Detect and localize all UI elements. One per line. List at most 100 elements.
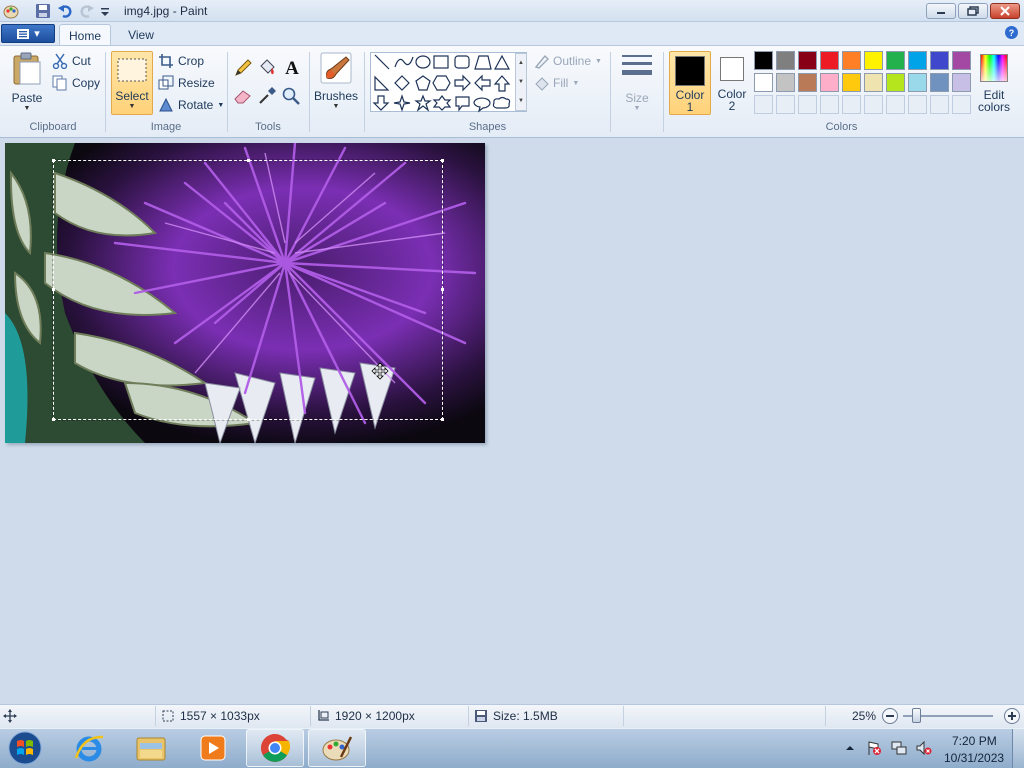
palette-color-swatch[interactable] bbox=[864, 51, 883, 70]
palette-color-swatch[interactable] bbox=[930, 73, 949, 92]
size-button[interactable]: Size ▼ bbox=[617, 51, 657, 115]
network-icon[interactable] bbox=[891, 740, 907, 756]
rounded-rectangle-shape-icon[interactable] bbox=[454, 55, 470, 69]
paste-dropdown-arrow[interactable]: ▼ bbox=[8, 105, 46, 112]
triangle-shape-icon[interactable] bbox=[493, 54, 511, 70]
palette-custom-slot[interactable] bbox=[842, 95, 861, 114]
customize-toolbar-icon[interactable] bbox=[99, 3, 115, 19]
undo-icon[interactable] bbox=[57, 3, 73, 19]
resize-button[interactable]: Resize bbox=[158, 73, 215, 93]
four-point-star-shape-icon[interactable] bbox=[393, 94, 411, 112]
tab-view[interactable]: View bbox=[116, 24, 166, 46]
palette-custom-slot[interactable] bbox=[754, 95, 773, 114]
palette-color-swatch[interactable] bbox=[886, 73, 905, 92]
fill-dropdown-arrow[interactable]: ▼ bbox=[572, 80, 579, 87]
cloud-callout-shape-icon[interactable] bbox=[492, 96, 511, 109]
palette-color-swatch[interactable] bbox=[820, 73, 839, 92]
palette-color-swatch[interactable] bbox=[754, 73, 773, 92]
volume-muted-icon[interactable] bbox=[916, 740, 932, 756]
left-arrow-shape-icon[interactable] bbox=[474, 74, 491, 92]
close-button[interactable] bbox=[990, 3, 1020, 19]
clock-time[interactable]: 7:20 PM bbox=[952, 734, 997, 748]
selection-handle[interactable] bbox=[52, 418, 55, 421]
oval-shape-icon[interactable] bbox=[415, 55, 431, 69]
rectangle-shape-icon[interactable] bbox=[433, 55, 449, 69]
rounded-callout-shape-icon[interactable] bbox=[455, 96, 470, 112]
edit-colors-button[interactable]: Edit colors bbox=[976, 51, 1012, 115]
up-arrow-shape-icon[interactable] bbox=[493, 75, 511, 92]
palette-color-swatch[interactable] bbox=[798, 51, 817, 70]
six-point-star-shape-icon[interactable] bbox=[432, 95, 452, 111]
palette-color-swatch[interactable] bbox=[864, 73, 883, 92]
color-picker-icon[interactable] bbox=[257, 86, 279, 108]
paste-button[interactable]: Paste ▼ bbox=[8, 52, 46, 114]
pentagon-shape-icon[interactable] bbox=[415, 75, 431, 91]
eraser-icon[interactable] bbox=[233, 86, 255, 108]
selection-handle[interactable] bbox=[441, 288, 444, 291]
selection-handle[interactable] bbox=[247, 159, 250, 162]
diamond-shape-icon[interactable] bbox=[394, 75, 410, 91]
minimize-button[interactable] bbox=[926, 3, 956, 19]
clock-date[interactable]: 10/31/2023 bbox=[944, 751, 1004, 765]
taskbar-file-explorer[interactable] bbox=[122, 729, 180, 767]
select-button[interactable]: Select ▼ bbox=[111, 51, 153, 115]
palette-color-swatch[interactable] bbox=[776, 73, 795, 92]
selection-handle[interactable] bbox=[441, 159, 444, 162]
curve-shape-icon[interactable] bbox=[394, 56, 414, 68]
pencil-icon[interactable] bbox=[233, 58, 255, 80]
show-desktop-button[interactable] bbox=[1012, 729, 1024, 768]
copy-button[interactable]: Copy bbox=[52, 73, 100, 93]
palette-custom-slot[interactable] bbox=[864, 95, 883, 114]
right-triangle-shape-icon[interactable] bbox=[374, 75, 390, 91]
zoom-slider-thumb[interactable] bbox=[912, 708, 921, 723]
brushes-dropdown-arrow[interactable]: ▼ bbox=[314, 103, 358, 110]
palette-custom-slot[interactable] bbox=[820, 95, 839, 114]
taskbar-media-player[interactable] bbox=[184, 729, 242, 767]
taskbar-internet-explorer[interactable] bbox=[60, 729, 118, 767]
selection-handle[interactable] bbox=[52, 288, 55, 291]
right-arrow-shape-icon[interactable] bbox=[454, 74, 471, 92]
color2-button[interactable]: Color 2 bbox=[713, 51, 751, 115]
hexagon-shape-icon[interactable] bbox=[432, 75, 451, 91]
five-point-star-shape-icon[interactable] bbox=[414, 94, 432, 112]
outline-dropdown-arrow[interactable]: ▼ bbox=[595, 58, 602, 65]
palette-color-swatch[interactable] bbox=[798, 73, 817, 92]
palette-color-swatch[interactable] bbox=[842, 51, 861, 70]
palette-color-swatch[interactable] bbox=[930, 51, 949, 70]
palette-custom-slot[interactable] bbox=[776, 95, 795, 114]
palette-color-swatch[interactable] bbox=[776, 51, 795, 70]
outline-button[interactable]: Outline ▼ bbox=[533, 51, 602, 71]
size-dropdown-arrow[interactable]: ▼ bbox=[617, 105, 657, 112]
rotate-button[interactable]: Rotate ▼ bbox=[158, 95, 224, 115]
taskbar-paint[interactable] bbox=[308, 729, 366, 767]
palette-custom-slot[interactable] bbox=[798, 95, 817, 114]
zoom-out-button[interactable] bbox=[882, 708, 898, 724]
selection-handle[interactable] bbox=[441, 418, 444, 421]
palette-color-swatch[interactable] bbox=[820, 51, 839, 70]
cut-button[interactable]: Cut bbox=[52, 51, 91, 71]
fill-bucket-icon[interactable] bbox=[257, 58, 279, 80]
select-dropdown-arrow[interactable]: ▼ bbox=[112, 103, 152, 110]
oval-callout-shape-icon[interactable] bbox=[473, 97, 491, 113]
selection-handle[interactable] bbox=[52, 159, 55, 162]
selection-handle[interactable] bbox=[247, 418, 250, 421]
selection-rectangle[interactable] bbox=[52, 159, 444, 421]
zoom-in-button[interactable] bbox=[1004, 708, 1020, 724]
show-hidden-icons-button[interactable] bbox=[845, 742, 855, 752]
fill-button[interactable]: Fill ▼ bbox=[533, 73, 579, 93]
palette-custom-slot[interactable] bbox=[930, 95, 949, 114]
polygon-shape-icon[interactable] bbox=[474, 55, 492, 70]
start-button[interactable] bbox=[4, 729, 46, 767]
file-menu-button[interactable]: ▾ bbox=[1, 24, 55, 43]
action-center-icon[interactable] bbox=[866, 740, 882, 756]
magnifier-icon[interactable] bbox=[281, 86, 303, 108]
color1-button[interactable]: Color 1 bbox=[669, 51, 711, 115]
palette-color-swatch[interactable] bbox=[908, 73, 927, 92]
tab-home[interactable]: Home bbox=[59, 24, 111, 46]
text-tool-icon[interactable]: A bbox=[281, 58, 303, 80]
help-icon[interactable]: ? bbox=[1005, 26, 1018, 39]
restore-button[interactable] bbox=[958, 3, 988, 19]
palette-custom-slot[interactable] bbox=[908, 95, 927, 114]
brushes-button[interactable]: Brushes ▼ bbox=[314, 51, 358, 115]
palette-color-swatch[interactable] bbox=[842, 73, 861, 92]
